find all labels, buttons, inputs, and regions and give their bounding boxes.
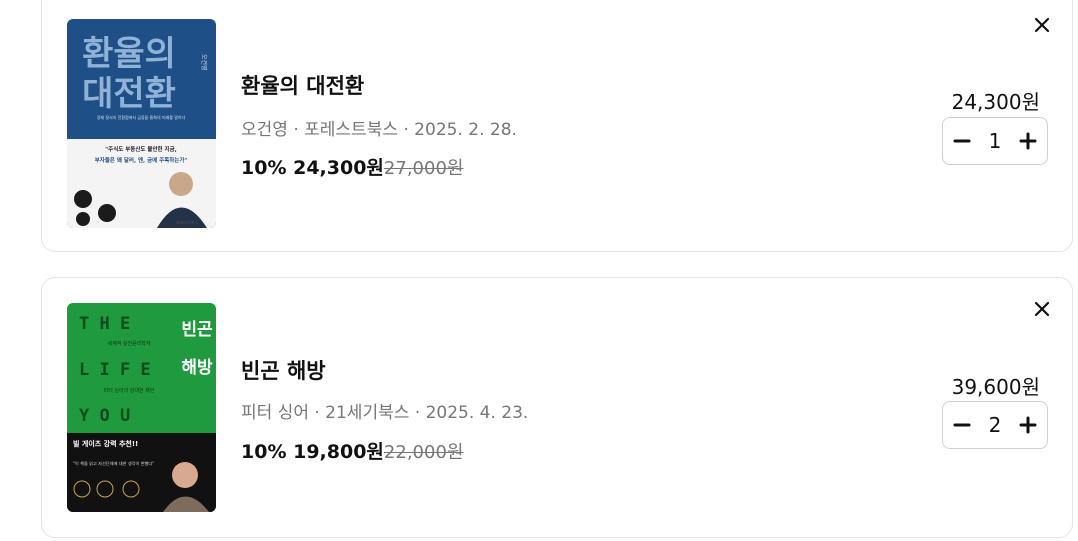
cover-quote-line2: 부자들은 왜 달러, 엔, 금에 주목하는가" [95,156,188,164]
close-icon [1034,301,1050,317]
decrease-quantity-button[interactable] [951,130,973,152]
cover-ko-title2: 해방 [181,358,213,378]
cover-title-line2: 대전환 [82,74,176,114]
item-total: 24,300원 [951,90,1040,114]
discount-rate: 10% [241,441,287,463]
book-cover[interactable]: T H E L I F E Y O U 빈곤 해방 세계적 실천윤리학자 피터 … [67,303,216,512]
cart-item: T H E L I F E Y O U 빈곤 해방 세계적 실천윤리학자 피터 … [41,277,1073,538]
item-total: 39,600원 [951,375,1040,399]
book-title[interactable]: 빈곤 해방 [241,355,326,385]
cover-subtitle2: 피터 싱어의 강대한 제언 [104,387,155,394]
quantity-stepper: 2 [942,401,1048,449]
original-price: 27,000원 [383,158,464,179]
quantity-stepper: 1 [942,117,1048,165]
increase-quantity-button[interactable] [1017,130,1039,152]
quantity-value[interactable]: 2 [989,413,1002,437]
remove-item-button[interactable] [1030,13,1054,37]
cover-tagline: 경제 질서의 전환점에서 금융을 통화의 미래를 말하다 [97,114,186,120]
book-title[interactable]: 환율의 대전환 [241,70,364,100]
close-icon [1034,17,1050,33]
cover-banner: 빌 게이츠 강력 추천!! [73,439,138,448]
sale-price: 19,800원 [293,441,384,463]
cover-en-row3: Y O U [79,406,130,426]
decrease-quantity-button[interactable] [951,414,973,436]
increase-quantity-button[interactable] [1017,414,1039,436]
quantity-value[interactable]: 1 [989,129,1002,153]
sale-price: 24,300원 [293,157,384,179]
price-line: 10% 19,800원22,000원 [241,437,463,464]
price-line: 10% 24,300원27,000원 [241,153,463,180]
cover-en-row2: L I F E [79,360,151,380]
minus-icon [953,139,971,143]
cover-en-row1: T H E [79,314,130,334]
cover-ko-title1: 빈곤 [181,320,213,340]
plus-icon [1019,132,1037,150]
book-meta: 오건영 · 포레스트북스 · 2025. 2. 28. [241,120,517,140]
cover-quote-line1: "주식도 부동산도 불안한 지금, [105,145,176,153]
cover-title-line1: 환율의 [82,34,176,74]
cover-author: 오건영 [200,54,208,71]
discount-rate: 10% [241,157,287,179]
book-cover[interactable]: 환율의 대전환 오건영 경제 질서의 전환점에서 금융을 통화의 미래를 말하다… [67,19,216,228]
cart-item: 환율의 대전환 오건영 경제 질서의 전환점에서 금융을 통화의 미래를 말하다… [41,0,1073,252]
cover-subtitle1: 세계적 실천윤리학자 [108,340,151,347]
original-price: 22,000원 [383,442,464,463]
cover-publisher: 포레스트북스 [176,219,198,225]
remove-item-button[interactable] [1030,297,1054,321]
book-meta: 피터 싱어 · 21세기북스 · 2025. 4. 23. [241,403,529,423]
plus-icon [1019,416,1037,434]
minus-icon [953,423,971,427]
cover-quote: "이 책을 읽고 자선단체에 대한 생각이 변했다" [73,460,154,467]
